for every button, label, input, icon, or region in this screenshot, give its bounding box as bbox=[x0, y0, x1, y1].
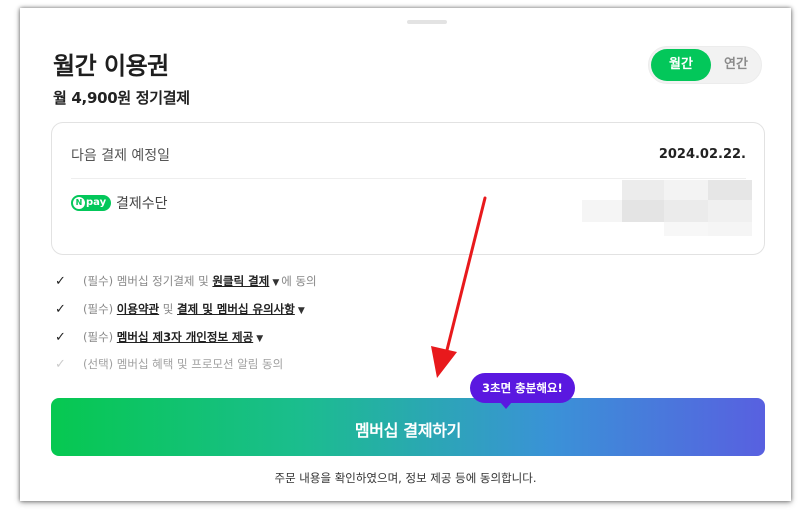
agreement-row-3[interactable]: ✓ (필수) 멤버십 제3자 개인정보 제공 ▼ bbox=[55, 329, 265, 345]
plan-price: 월 4,900원 정기결제 bbox=[53, 89, 190, 107]
pay-membership-button[interactable]: 멤버십 결제하기 bbox=[51, 398, 765, 456]
check-icon[interactable]: ✓ bbox=[55, 357, 73, 372]
check-icon[interactable]: ✓ bbox=[55, 330, 73, 345]
next-payment-date: 2024.02.22. bbox=[658, 147, 746, 162]
agreement-1-suffix: 에 동의 bbox=[281, 274, 317, 288]
card-divider bbox=[71, 178, 746, 179]
check-icon[interactable]: ✓ bbox=[55, 274, 73, 289]
agreement-1-prefix: (필수) 멤버십 정기결제 및 bbox=[83, 274, 213, 288]
agreement-2-prefix: (필수) bbox=[83, 302, 117, 316]
agreement-3-prefix: (필수) bbox=[83, 330, 117, 344]
plan-title: 월간 이용권 bbox=[53, 52, 169, 80]
agreement-2-mid: 및 bbox=[159, 302, 178, 316]
promo-tooltip: 3초면 충분해요! bbox=[470, 373, 575, 409]
agreement-2-link-notice[interactable]: 결제 및 멤버십 유의사항 bbox=[177, 302, 295, 316]
chevron-down-icon[interactable]: ▼ bbox=[298, 306, 305, 316]
chevron-down-icon[interactable]: ▼ bbox=[256, 334, 263, 344]
agreement-4-text: (선택) 멤버십 혜택 및 프로모션 알림 동의 bbox=[83, 357, 284, 371]
period-toggle[interactable]: 월간 연간 bbox=[648, 46, 762, 84]
agreement-row-2[interactable]: ✓ (필수) 이용약관 및 결제 및 멤버십 유의사항 ▼ bbox=[55, 301, 307, 317]
pay-button-label: 멤버십 결제하기 bbox=[354, 421, 462, 440]
agreement-3-link[interactable]: 멤버십 제3자 개인정보 제공 bbox=[117, 330, 253, 344]
agreement-2-link-terms[interactable]: 이용약관 bbox=[117, 302, 159, 316]
toggle-yearly[interactable]: 연간 bbox=[711, 49, 761, 81]
drag-handle[interactable] bbox=[407, 20, 447, 24]
agreement-row-1[interactable]: ✓ (필수) 멤버십 정기결제 및 원클릭 결제 ▼ 에 동의 bbox=[55, 273, 317, 289]
npay-logo-text: pay bbox=[86, 197, 107, 208]
payment-method-redacted bbox=[582, 180, 752, 236]
next-payment-label: 다음 결제 예정일 bbox=[71, 148, 171, 164]
consent-footer: 주문 내용을 확인하였으며, 정보 제공 등에 동의합니다. bbox=[274, 471, 537, 485]
agreement-row-4[interactable]: ✓ (선택) 멤버십 혜택 및 프로모션 알림 동의 bbox=[55, 356, 283, 372]
membership-payment-sheet: 월간 이용권 월 4,900원 정기결제 월간 연간 다음 결제 예정일 202… bbox=[20, 8, 791, 501]
chevron-down-icon[interactable]: ▼ bbox=[272, 278, 279, 288]
payment-info-card: 다음 결제 예정일 2024.02.22. N pay 결제수단 bbox=[51, 122, 765, 255]
toggle-monthly[interactable]: 월간 bbox=[651, 49, 711, 81]
npay-logo-n: N bbox=[73, 197, 85, 209]
npay-logo-icon: N pay bbox=[71, 195, 111, 211]
check-icon[interactable]: ✓ bbox=[55, 302, 73, 317]
agreement-1-link[interactable]: 원클릭 결제 bbox=[212, 274, 269, 288]
payment-method-label: 결제수단 bbox=[116, 196, 168, 212]
